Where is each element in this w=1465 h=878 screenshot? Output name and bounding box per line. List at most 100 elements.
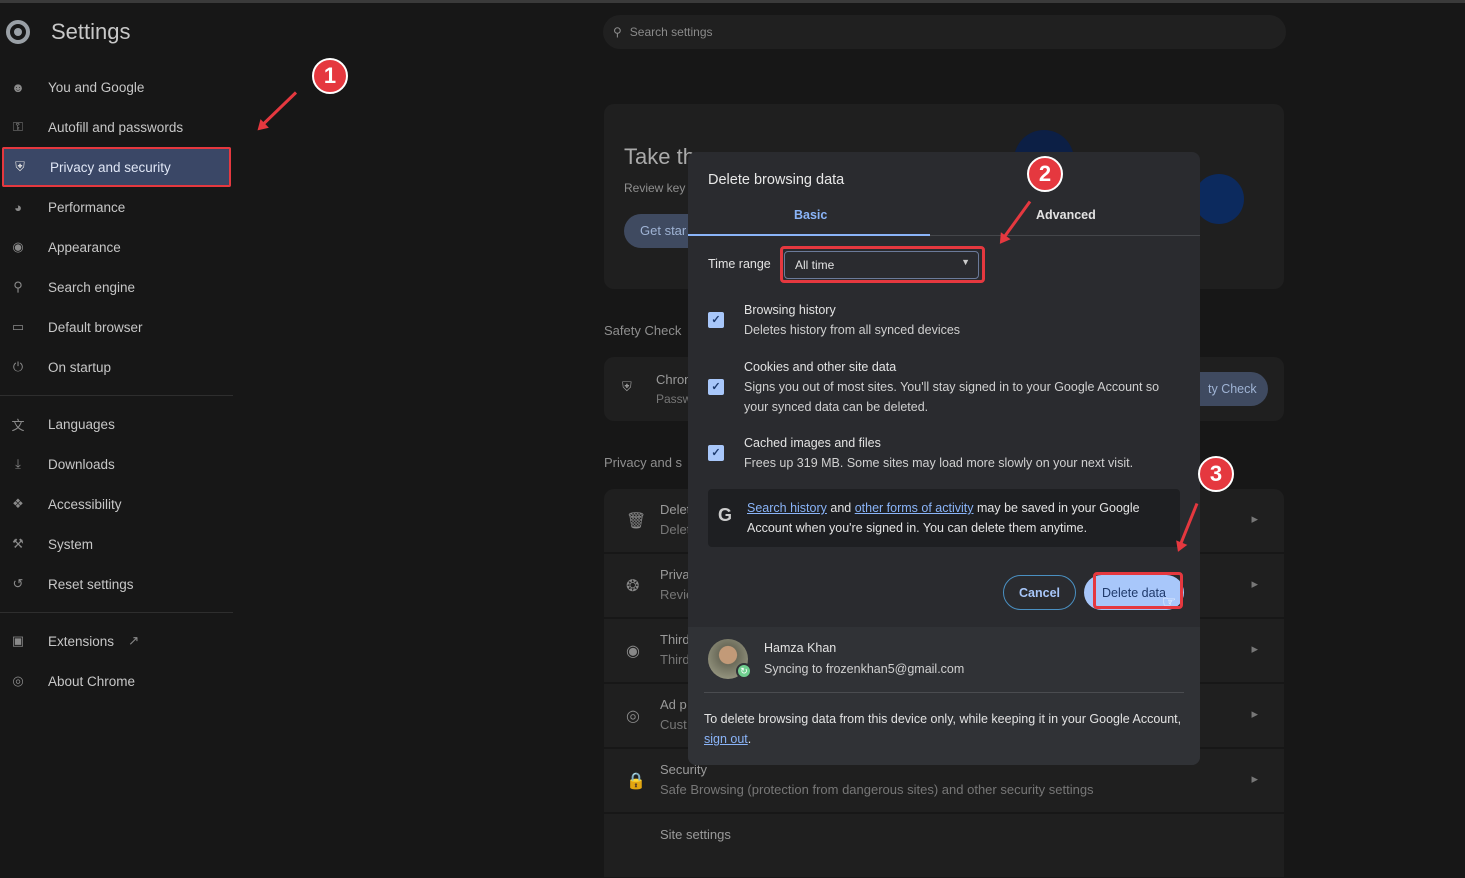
- sidebar-item-reset[interactable]: ↺ Reset settings: [0, 564, 233, 604]
- option-title: Cached images and files: [744, 436, 881, 450]
- translate-icon: 文: [11, 417, 25, 433]
- row-sub: Cust: [660, 717, 687, 732]
- privacy-heading: Privacy and s: [604, 455, 683, 470]
- google-g-icon: G: [718, 505, 733, 525]
- sidebar-item-system[interactable]: ⚒ System: [0, 524, 233, 564]
- tab-basic[interactable]: Basic: [794, 208, 827, 222]
- row-sub: Safe Browsing (protection from dangerous…: [660, 782, 1094, 797]
- safety-sub: Passw: [656, 392, 692, 406]
- other-activity-link[interactable]: other forms of activity: [855, 501, 974, 515]
- sidebar-item-autofill[interactable]: ⚿ Autofill and passwords: [0, 107, 233, 147]
- lock-icon: 🔒: [626, 773, 646, 790]
- gauge-icon: ◕: [14, 199, 22, 215]
- safety-title: Chron: [656, 372, 692, 387]
- search-icon: ⚲: [13, 279, 23, 294]
- annotation-badge-2: 2: [1027, 156, 1063, 192]
- chevron-right-icon: ▸: [1251, 576, 1258, 591]
- illustration: [1194, 174, 1244, 224]
- sidebar-item-extensions[interactable]: ▣ Extensions ↗: [0, 621, 233, 661]
- puzzle-icon: ▣: [11, 633, 25, 648]
- search-placeholder: Search settings: [629, 25, 713, 39]
- external-link-icon: ↗: [128, 633, 140, 648]
- shield-icon: ⛨: [15, 159, 25, 174]
- cookies-checkbox[interactable]: ✓: [708, 379, 724, 395]
- shield-icon: ⛨: [622, 379, 632, 394]
- account-section: ↻ Hamza Khan Syncing to frozenkhan5@gmai…: [688, 627, 1200, 765]
- sidebar-item-search-engine[interactable]: ⚲ Search engine: [0, 267, 233, 307]
- footer-text: To delete browsing data from this device…: [704, 712, 1182, 726]
- dialog-title: Delete browsing data: [708, 172, 845, 188]
- person-icon: ☻: [11, 79, 25, 95]
- row-title: Third: [660, 632, 690, 647]
- label: Accessibility: [48, 496, 122, 512]
- chrome-logo-icon: [6, 20, 30, 44]
- sidebar-item-downloads[interactable]: ⤓ Downloads: [0, 444, 233, 484]
- search-input[interactable]: ⚲ Search settings: [603, 15, 1286, 49]
- trash-icon: 🗑: [626, 513, 647, 530]
- guide-subtitle: Review key: [624, 181, 686, 195]
- sidebar-item-you-and-google[interactable]: ☻ You and Google: [0, 67, 233, 107]
- chevron-right-icon: ▸: [1251, 771, 1258, 786]
- info-text: and: [826, 501, 855, 515]
- sidebar-item-performance[interactable]: ◕ Performance: [0, 187, 233, 227]
- cached-images-checkbox[interactable]: ✓: [708, 445, 724, 461]
- annotation-badge-3: 3: [1198, 456, 1234, 492]
- label: On startup: [48, 359, 112, 375]
- row-sub: Third: [660, 652, 690, 667]
- option-desc: Deletes history from all synced devices: [744, 323, 961, 337]
- sidebar-item-accessibility[interactable]: ❖ Accessibility: [0, 484, 233, 524]
- guide-title: Take th: [624, 144, 695, 169]
- page-title: Settings: [51, 19, 131, 44]
- label: About Chrome: [48, 673, 136, 689]
- chrome-icon: ◎: [12, 673, 24, 688]
- hand-cursor-icon: ☞: [1162, 594, 1177, 611]
- sidebar-item-languages[interactable]: 文 Languages: [0, 404, 233, 444]
- option-desc: Signs you out of most sites. You'll stay…: [744, 380, 1160, 414]
- row-title: Priva: [660, 567, 690, 582]
- label: Reset settings: [48, 576, 134, 592]
- wrench-icon: ⚒: [12, 536, 24, 551]
- chevron-right-icon: ▸: [1251, 706, 1258, 721]
- label: Default browser: [48, 319, 143, 335]
- sidebar-item-appearance[interactable]: ◉ Appearance: [0, 227, 233, 267]
- divider: [0, 612, 233, 613]
- cookie-icon: ◉: [626, 643, 640, 660]
- sidebar-item-privacy[interactable]: ⛨ Privacy and security: [2, 147, 231, 187]
- browser-icon: ▭: [11, 319, 25, 334]
- label: Autofill and passwords: [48, 119, 184, 135]
- label: Extensions: [48, 633, 115, 649]
- divider: [0, 395, 233, 396]
- compass-icon: ❂: [626, 578, 640, 595]
- tab-advanced[interactable]: Advanced: [1036, 208, 1096, 222]
- ad-privacy-icon: ◎: [626, 708, 640, 725]
- browsing-history-checkbox[interactable]: ✓: [708, 312, 724, 328]
- cancel-button[interactable]: Cancel: [1003, 575, 1076, 610]
- google-activity-info: G Search history and other forms of acti…: [708, 489, 1180, 547]
- row-sub: Delet: [660, 522, 691, 537]
- search-history-link[interactable]: Search history: [747, 501, 827, 515]
- option-title: Browsing history: [744, 303, 836, 317]
- sidebar-item-about[interactable]: ◎ About Chrome: [0, 661, 233, 701]
- sidebar-item-on-startup[interactable]: ⏻ On startup: [0, 347, 233, 387]
- sign-out-link[interactable]: sign out: [704, 732, 748, 746]
- option-title: Cookies and other site data: [744, 360, 897, 374]
- time-range-label: Time range: [708, 257, 771, 271]
- search-icon: ⚲: [613, 25, 622, 39]
- sync-status: Syncing to frozenkhan5@gmail.com: [764, 662, 965, 676]
- label: You and Google: [48, 79, 145, 95]
- key-icon: ⚿: [13, 119, 23, 134]
- reset-icon: ↺: [12, 576, 24, 591]
- option-desc: Frees up 319 MB. Some sites may load mor…: [744, 456, 1134, 470]
- label: Performance: [48, 199, 126, 215]
- row-title: Delet: [660, 502, 691, 517]
- active-tab-indicator: [688, 234, 930, 236]
- settings-row-site-settings[interactable]: Site settings: [604, 814, 1284, 878]
- palette-icon: ◉: [12, 239, 24, 254]
- row-title: Ad p: [660, 697, 687, 712]
- sidebar-item-default-browser[interactable]: ▭ Default browser: [0, 307, 233, 347]
- chevron-right-icon: ▸: [1251, 641, 1258, 656]
- delete-browsing-data-dialog: Delete browsing data Basic Advanced Time…: [688, 152, 1200, 765]
- row-title: Site settings: [660, 827, 731, 842]
- safety-check-heading: Safety Check: [604, 323, 682, 338]
- annotation-arrow: [258, 91, 298, 129]
